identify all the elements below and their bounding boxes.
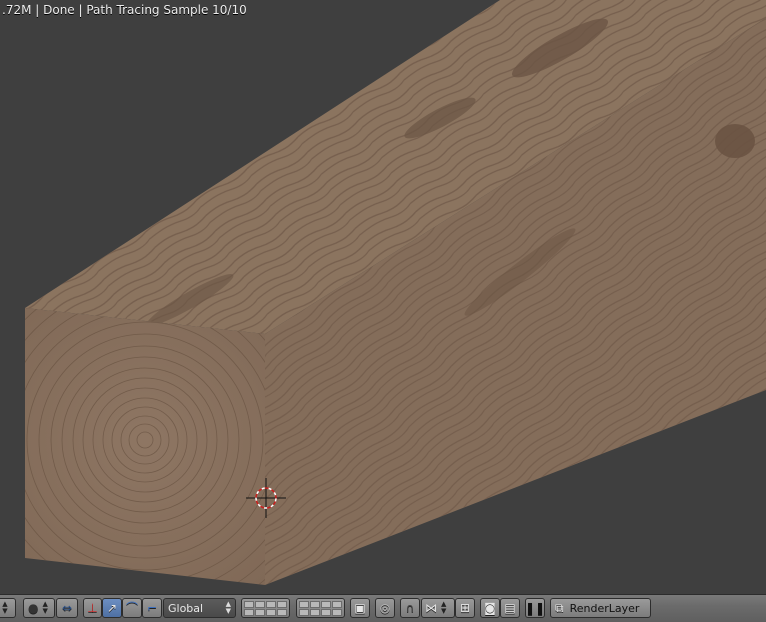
scene-layers-grid-1[interactable] <box>241 598 290 618</box>
up-down-arrows-icon: ▲ ▼ <box>441 600 447 615</box>
rotate-arc-icon: ⌒ <box>125 601 138 615</box>
up-down-arrows-icon: ▲ ▼ <box>2 600 8 615</box>
scene-layers-grid-2[interactable] <box>296 598 345 618</box>
manipulator-toggle-button[interactable]: ⊥ <box>83 598 102 618</box>
opengl-render-image-button[interactable]: ◙ <box>480 598 500 618</box>
arrow-icon: ↗ <box>106 601 118 615</box>
mode-select[interactable]: ▲ ▼ <box>0 598 16 618</box>
transform-orientation-select[interactable]: Global ▲ ▼ <box>163 598 236 618</box>
scale-icon: ⌐ <box>146 601 158 615</box>
proportional-editing-button[interactable]: ◎ <box>375 598 395 618</box>
pivot-point-button[interactable]: ⇔ <box>56 598 78 618</box>
proportional-circle-icon: ◎ <box>379 601 391 615</box>
magnet-icon: ∩ <box>405 601 415 615</box>
render-layer-icon: ⧉ <box>555 601 564 615</box>
transform-orientation-value: Global <box>168 601 204 615</box>
beam-end-face <box>25 308 265 585</box>
up-down-arrows-icon: ▲ ▼ <box>42 600 48 615</box>
viewport-shading-select[interactable]: ● ▲ ▼ <box>23 598 55 618</box>
up-down-arrows-icon: ▲ ▼ <box>225 600 231 615</box>
layers-icon: ▣ <box>354 601 366 615</box>
snap-target-icon: ⊞ <box>459 601 471 615</box>
pause-icon: ❚❚ <box>524 601 546 615</box>
viewport-header: ▲ ▼ ● ▲ ▼ ⇔ ⊥ ↗ ⌒ ⌐ Global ▲ ▼ ▣ ◎ ∩ ⋈ ▲ ▼ <box>0 594 766 622</box>
rotate-manipulator-button[interactable]: ⌒ <box>122 598 142 618</box>
wooden-beam-render <box>25 0 766 585</box>
axes-icon: ⊥ <box>87 601 98 615</box>
opengl-render-animation-button[interactable]: ▤ <box>500 598 520 618</box>
translate-manipulator-button[interactable]: ↗ <box>102 598 122 618</box>
render-status-text: .72M | Done | Path Tracing Sample 10/10 <box>2 3 247 17</box>
snap-toggle-button[interactable]: ∩ <box>400 598 420 618</box>
snap-element-select[interactable]: ⋈ ▲ ▼ <box>421 598 455 618</box>
pivot-icon: ⇔ <box>61 601 73 615</box>
clapperboard-icon: ▤ <box>504 601 516 615</box>
scale-manipulator-button[interactable]: ⌐ <box>142 598 162 618</box>
snap-increment-icon: ⋈ <box>425 601 437 615</box>
snap-target-button[interactable]: ⊞ <box>455 598 475 618</box>
pause-render-button[interactable]: ❚❚ <box>525 598 545 618</box>
lock-camera-layers-button[interactable]: ▣ <box>350 598 370 618</box>
shading-sphere-icon: ● <box>28 601 39 615</box>
camera-icon: ◙ <box>484 601 496 615</box>
3d-viewport[interactable]: .72M | Done | Path Tracing Sample 10/10 <box>0 0 766 594</box>
render-layer-button[interactable]: ⧉ RenderLayer <box>550 598 651 618</box>
render-layer-label: RenderLayer <box>569 601 640 615</box>
